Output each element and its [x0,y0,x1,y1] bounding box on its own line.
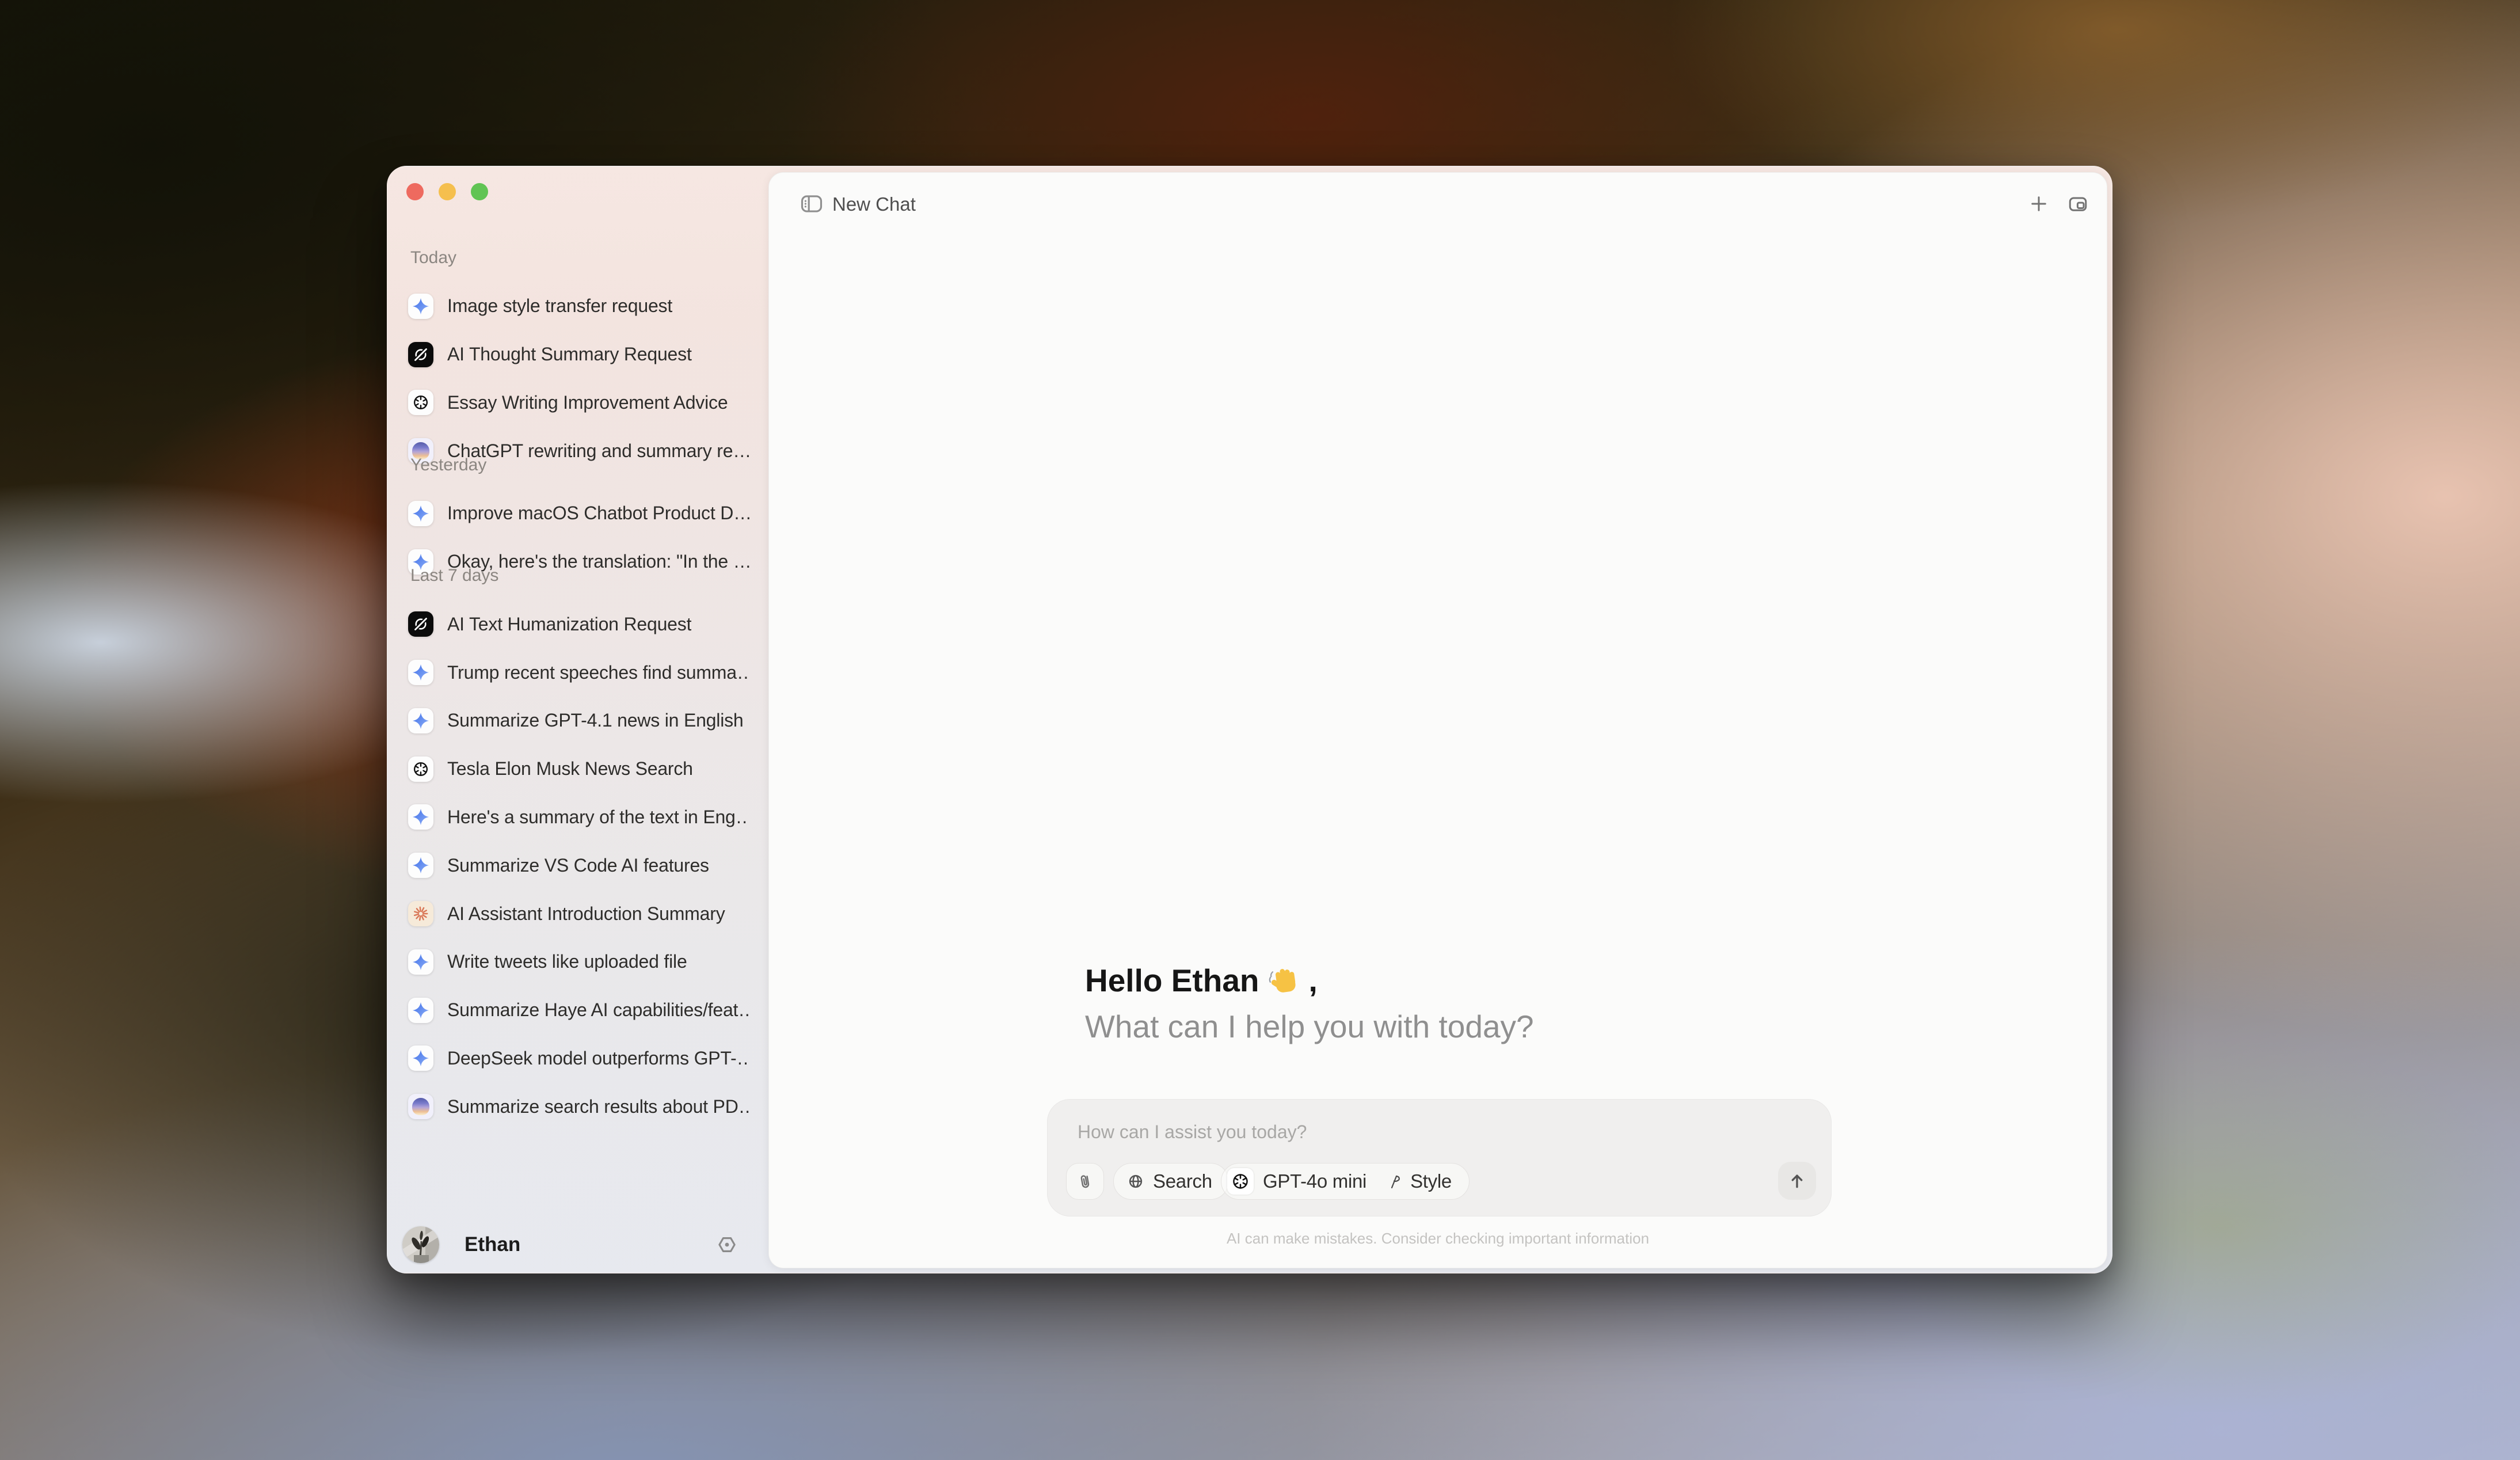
openai-icon [408,756,433,782]
waving-hand-emoji [1267,965,1301,999]
globe-icon [1125,1171,1146,1192]
sidebar: Today Image style transfer request AI Thou… [387,166,768,1273]
chat-title: Image style transfer request [447,295,672,317]
gemini-sparkle-icon [408,998,433,1023]
disclaimer-text: AI can make mistakes. Consider checking … [769,1230,2107,1248]
chat-history-item[interactable]: Image style transfer request [400,288,760,324]
user-name: Ethan [465,1233,520,1256]
chat-header: New Chat [769,173,2107,236]
avatar [402,1226,439,1263]
claude-icon [408,901,433,926]
chat-title: AI Thought Summary Request [447,344,692,365]
message-input[interactable] [1076,1117,1654,1147]
send-button[interactable] [1778,1162,1816,1200]
chat-title: Summarize VS Code AI features [447,855,709,876]
chat-history-item[interactable]: Summarize Haye AI capabilities/feat… [400,993,760,1028]
chat-history-item[interactable]: Essay Writing Improvement Advice [400,385,760,420]
gemini-sparkle-icon [408,501,433,526]
chat-title: Tesla Elon Musk News Search [447,758,693,780]
floating-window-icon[interactable] [2065,191,2091,216]
message-composer: Search GPT-4o mini [1047,1099,1832,1216]
search-label: Search [1153,1170,1212,1192]
section-label: Last 7 days [410,564,498,587]
chat-history-item[interactable]: Summarize GPT-4.1 news in English [400,703,760,739]
model-style-pill[interactable]: GPT-4o mini Style [1221,1163,1470,1200]
chat-history-item[interactable]: Write tweets like uploaded file [400,944,760,980]
style-button[interactable]: Style [1386,1170,1452,1192]
zoom-window-button[interactable] [471,183,488,200]
attach-button[interactable] [1066,1163,1104,1200]
chat-title: Here's a summary of the text in Eng… [447,807,749,828]
openai-icon [1227,1168,1254,1195]
openai-icon [408,390,433,415]
user-account-row[interactable]: Ethan [400,1226,760,1263]
slash-circle-model-icon [408,342,433,367]
section-label: Yesterday [410,454,486,477]
style-label: Style [1410,1170,1452,1192]
chat-history-item[interactable]: AI Thought Summary Request [400,337,760,372]
web-search-toggle[interactable]: Search [1113,1163,1229,1200]
chat-title: DeepSeek model outperforms GPT-… [447,1048,749,1069]
page-title: New Chat [832,193,916,215]
gemini-sparkle-icon [408,708,433,733]
chat-history-item[interactable]: Here's a summary of the text in Eng… [400,799,760,835]
chat-history-item[interactable]: Improve macOS Chatbot Product D… [400,496,760,531]
traffic-lights [406,183,488,200]
settings-icon[interactable] [714,1232,740,1257]
chat-title: Write tweets like uploaded file [447,951,687,972]
chat-title: Summarize Haye AI capabilities/feat… [447,999,749,1021]
gemini-sparkle-icon [408,294,433,319]
chat-title: Summarize GPT-4.1 news in English [447,710,744,731]
app-window: Today Image style transfer request AI Thou… [387,166,2112,1273]
gemini-sparkle-icon [408,853,433,878]
chat-title: Improve macOS Chatbot Product D… [447,503,749,524]
chat-title: AI Text Humanization Request [447,614,691,635]
greeting-line1: Hello Ethan [1085,957,1259,1003]
close-window-button[interactable] [406,183,424,200]
chat-history-item[interactable]: Summarize VS Code AI features [400,847,760,883]
minimize-window-button[interactable] [439,183,456,200]
sidebar-toggle-icon[interactable] [799,191,824,216]
gemini-sparkle-icon [408,660,433,685]
chat-title: AI Assistant Introduction Summary [447,903,725,925]
section-label: Today [410,246,456,269]
chat-title: Essay Writing Improvement Advice [447,392,728,413]
model-label: GPT-4o mini [1263,1170,1366,1192]
chat-history-item[interactable]: AI Text Humanization Request [400,606,760,642]
greeting: Hello Ethan , What can I help you w [1085,957,1534,1050]
slash-circle-model-icon [408,611,433,637]
new-chat-button[interactable] [2026,191,2051,216]
chat-title: Summarize search results about PD… [447,1096,749,1117]
chat-history-item[interactable]: Summarize search results about PD… [400,1089,760,1124]
gemini-sparkle-icon [408,949,433,975]
chat-history-item[interactable]: Tesla Elon Musk News Search [400,751,760,787]
chat-panel: New Chat Hello Ethan [768,172,2107,1268]
chat-history-item[interactable]: Trump recent speeches find summa… [400,655,760,690]
greeting-comma: , [1309,957,1318,1003]
chat-history-item[interactable]: DeepSeek model outperforms GPT-… [400,1040,760,1076]
chatgpt-app-icon [408,1094,433,1119]
greeting-line2: What can I help you with today? [1085,1003,1534,1050]
chat-title: ChatGPT rewriting and summary re… [447,440,749,462]
gemini-sparkle-icon [408,804,433,830]
chat-history-item[interactable]: AI Assistant Introduction Summary [400,896,760,931]
gemini-sparkle-icon [408,1045,433,1071]
quill-pen-icon [1386,1172,1404,1191]
chat-title: Trump recent speeches find summa… [447,662,749,683]
